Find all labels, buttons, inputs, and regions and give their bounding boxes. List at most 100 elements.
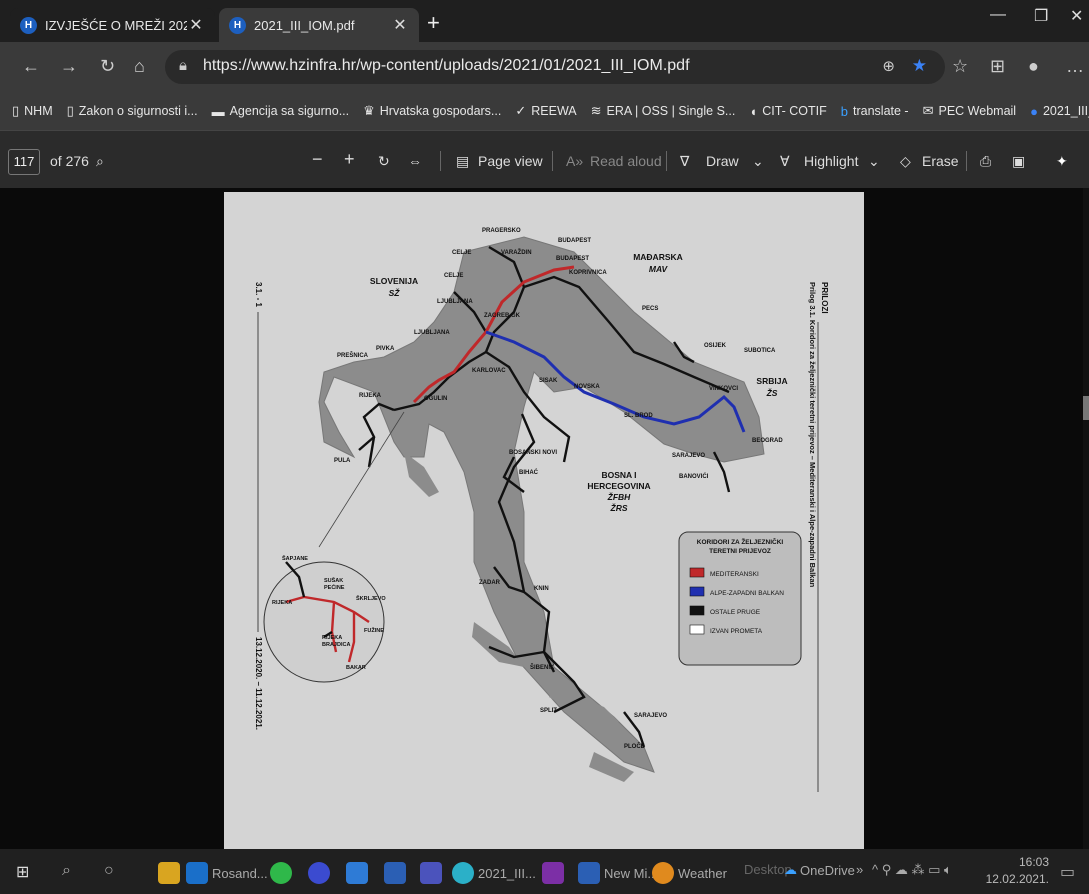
clock[interactable]: 16:03 12.02.2021.	[986, 854, 1049, 888]
legend-label: ALPE-ZAPADNI BALKAN	[710, 590, 784, 597]
country-label: MAV	[649, 264, 669, 274]
outlook-icon	[186, 862, 208, 884]
taskbar-weather[interactable]: Weather	[652, 862, 727, 884]
taskbar-word-doc[interactable]: New Mi...	[578, 862, 658, 884]
refresh-icon[interactable]: ↻	[100, 56, 115, 77]
city-label: KOPRIVNICA	[569, 270, 607, 276]
divider	[666, 151, 667, 171]
bookmark-era[interactable]: ≋ ERA | OSS | Single S...	[591, 103, 736, 119]
bookmark-reewa[interactable]: ✓ REEWA	[515, 103, 576, 119]
whatsapp-icon[interactable]	[270, 862, 296, 884]
bookmark-translate[interactable]: b translate -	[841, 104, 909, 119]
zoom-out-icon[interactable]: −	[312, 149, 323, 170]
app-icon[interactable]	[308, 862, 334, 884]
legend-swatch	[689, 567, 705, 578]
calendar-icon[interactable]	[346, 862, 372, 884]
address-bar[interactable]: 🔒︎ https://www.hzinfra.hr/wp-content/upl…	[165, 50, 945, 84]
overflow-icon[interactable]: »	[856, 862, 863, 877]
pdf-viewport[interactable]: PRAGERSKO BUDAPEST BUDAPEST CELJE CELJE …	[0, 188, 1089, 849]
bookmark-pec[interactable]: ✉ PEC Webmail	[923, 103, 1016, 119]
city-label: BOSANSKI NOVI	[509, 450, 557, 456]
back-icon[interactable]: ←	[22, 56, 40, 77]
taskbar-outlook[interactable]: Rosand...	[186, 862, 268, 884]
inset-label: SUŠAK	[324, 576, 343, 584]
tab-izvjesce[interactable]: H IZVJEŠĆE O MREŽI 2021. | HŽ Inf ✕	[10, 8, 215, 42]
inset-label: ŠAPJANE	[282, 554, 308, 562]
city-label: LJUBLJANA	[414, 330, 450, 336]
onedrive-item[interactable]: ☁ OneDrive	[784, 862, 855, 878]
draw-button[interactable]: Draw	[706, 153, 739, 169]
word-icon[interactable]	[384, 862, 410, 884]
taskbar-edge[interactable]: 2021_III...	[452, 862, 536, 884]
city-label: SISAK	[539, 378, 558, 384]
legend-swatch	[689, 586, 705, 597]
city-label: BIHAĆ	[519, 468, 539, 476]
erase-button[interactable]: Erase	[922, 153, 959, 169]
windows-start-icon[interactable]: ⊞	[16, 862, 29, 882]
new-tab-icon[interactable]: +	[427, 10, 440, 36]
edge-icon	[452, 862, 474, 884]
page-view-button[interactable]: Page view	[478, 153, 543, 169]
chevron-down-icon[interactable]: ⌄	[868, 153, 880, 170]
zoom-icon[interactable]: ⊕	[882, 57, 895, 75]
city-label: CELJE	[444, 273, 463, 279]
more-icon[interactable]: …	[1066, 56, 1084, 77]
chevron-down-icon[interactable]: ⌄	[752, 153, 764, 170]
vertical-scrollbar[interactable]	[1083, 188, 1089, 849]
inset-label: BAKAR	[346, 665, 366, 671]
bookmark-cit[interactable]: ◖ CIT- COTIF	[749, 104, 826, 119]
legend-label: OSTALE PRUGE	[710, 609, 761, 616]
search-icon[interactable]: ⌕	[62, 862, 71, 880]
forward-icon[interactable]: →	[60, 56, 78, 77]
island-shape	[404, 452, 439, 497]
inset-label: BRAJDICA	[322, 642, 350, 648]
cortana-icon[interactable]: ○	[104, 862, 114, 880]
pdf-toolbar: 117 of 276 ⌕ − + ↻ ⇔ ▤ Page view A» Read…	[0, 130, 1089, 188]
bookmark-pdf[interactable]: ● 2021_III_IOM.pdf	[1030, 104, 1089, 119]
bookmark-agencija[interactable]: ▬ Agencija sa sigurno...	[212, 104, 350, 119]
save-icon[interactable]: ▣	[1012, 153, 1025, 170]
city-label: SUBOTICA	[744, 348, 776, 354]
inset-label: RIJEKA	[272, 600, 292, 606]
zoom-in-icon[interactable]: +	[344, 149, 355, 170]
collections-icon[interactable]: ⊞	[990, 56, 1005, 77]
bookmark-label: NHM	[24, 104, 53, 118]
pin-icon[interactable]: ✦	[1056, 153, 1068, 170]
print-icon[interactable]: ⎙	[980, 153, 991, 170]
home-icon[interactable]: ⌂	[134, 56, 145, 77]
favorite-star-icon[interactable]: ★	[912, 56, 927, 76]
city-label: OGULIN	[424, 396, 447, 402]
bookmark-label: Zakon o sigurnosti i...	[78, 104, 198, 118]
favorites-icon[interactable]: ☆	[952, 56, 968, 77]
rotate-icon[interactable]: ↻	[378, 153, 390, 170]
file-explorer-icon[interactable]	[158, 862, 184, 884]
search-icon[interactable]: ⌕	[96, 153, 104, 170]
minimize-icon[interactable]: —	[990, 6, 1006, 24]
bookmark-zakon[interactable]: ▯ Zakon o sigurnosti i...	[67, 103, 198, 119]
hzinfra-favicon-icon: H	[229, 16, 246, 34]
bookmark-hgk[interactable]: ♛ Hrvatska gospodars...	[363, 103, 501, 119]
window-close-icon[interactable]: ✕	[1070, 6, 1083, 26]
taskbar-label: Rosand...	[212, 865, 268, 881]
close-icon[interactable]: ✕	[391, 15, 409, 35]
bookmark-nhm[interactable]: ▯ NHM	[12, 103, 53, 119]
fit-page-icon[interactable]: ⇔	[408, 153, 422, 169]
country-label: MAĐARSKA	[633, 252, 683, 262]
city-label: PRAGERSKO	[482, 228, 521, 234]
scrollbar-thumb[interactable]	[1083, 396, 1089, 420]
city-label: BUDAPEST	[556, 256, 589, 262]
city-label: SARAJEVO	[672, 453, 705, 459]
era-icon: ≋	[590, 103, 602, 118]
tray-icons[interactable]: ^ ⚲ ☁ ⁂ ▭ 🔈︎	[872, 862, 952, 878]
highlight-button[interactable]: Highlight	[804, 153, 858, 169]
teams-icon[interactable]	[420, 862, 446, 884]
profile-icon[interactable]: ●	[1028, 56, 1039, 77]
read-aloud-button[interactable]: Read aloud	[590, 153, 662, 169]
tab-pdf[interactable]: H 2021_III_IOM.pdf ✕	[219, 8, 419, 42]
close-icon[interactable]: ✕	[187, 15, 205, 35]
page-number-input[interactable]: 117	[8, 149, 40, 175]
city-label: VARAŽDIN	[501, 248, 532, 256]
notification-icon[interactable]: ▭	[1060, 862, 1075, 882]
onenote-icon[interactable]	[542, 862, 568, 884]
restore-icon[interactable]: ❐	[1034, 6, 1048, 26]
